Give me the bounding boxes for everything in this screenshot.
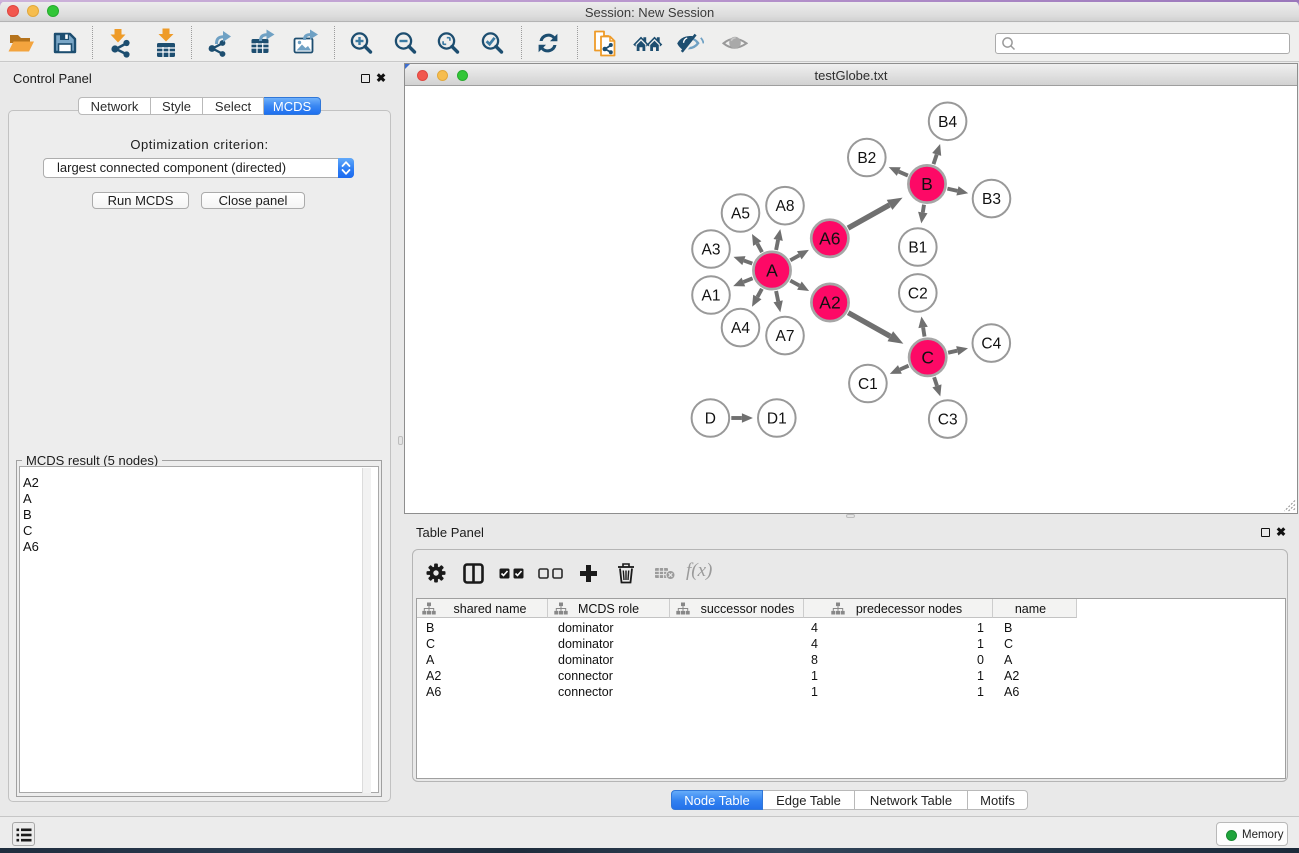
- svg-text:B: B: [921, 174, 933, 194]
- svg-text:A2: A2: [819, 293, 840, 313]
- svg-text:A8: A8: [776, 198, 795, 215]
- svg-text:C1: C1: [858, 376, 878, 393]
- svg-text:C4: C4: [981, 336, 1001, 353]
- svg-text:A3: A3: [702, 242, 721, 259]
- svg-text:B4: B4: [938, 114, 957, 131]
- svg-text:A1: A1: [702, 288, 721, 305]
- svg-text:B3: B3: [982, 191, 1001, 208]
- svg-text:B2: B2: [857, 150, 876, 167]
- svg-text:A5: A5: [731, 206, 750, 223]
- svg-text:A6: A6: [819, 228, 840, 248]
- svg-text:C: C: [921, 347, 934, 367]
- svg-text:C3: C3: [938, 412, 958, 429]
- svg-text:A: A: [766, 261, 778, 281]
- svg-text:C2: C2: [908, 285, 928, 302]
- svg-text:D: D: [705, 411, 716, 428]
- svg-text:B1: B1: [908, 240, 927, 257]
- svg-text:A4: A4: [731, 320, 750, 337]
- svg-text:A7: A7: [776, 328, 795, 345]
- svg-text:D1: D1: [767, 411, 787, 428]
